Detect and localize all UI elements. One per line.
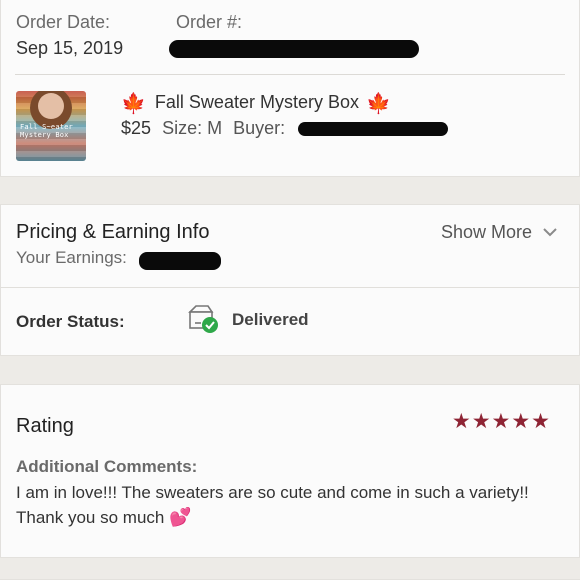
item-thumbnail[interactable]: Fall S~eater Mystery Box [16,91,86,161]
buyer-label: Buyer: [233,118,286,138]
show-more-button[interactable]: Show More [441,222,557,243]
maple-leaf-icon: 🍁 [366,93,391,115]
order-status-label: Order Status: [16,312,125,331]
star-icon: ★ [531,410,551,433]
order-date-value: Sep 15, 2019 [16,38,124,58]
order-status-panel: Order Status: Delivered [0,287,580,355]
section-spacer [0,355,580,385]
divider [15,74,565,75]
order-number-redaction [169,40,419,58]
earnings-label: Your Earnings: [16,248,127,267]
item-size: Size: M [162,118,223,138]
maple-leaf-icon: 🍁 [121,93,146,115]
pricing-title: Pricing & Earning Info [16,221,210,243]
item-price: $25 [121,118,152,138]
star-icon: ★ [511,410,532,433]
order-summary-panel: Order Date: Sep 15, 2019 Order #: Fall S… [0,0,580,176]
section-spacer [0,557,580,580]
comments-label: Additional Comments: [16,457,198,476]
buyer-redaction [298,122,448,136]
rating-stars: ★★★★★ [452,409,551,434]
comment-body: I am in love!!! The sweaters are so cute… [16,480,536,530]
star-icon: ★ [471,410,492,433]
earnings-redaction [139,252,221,270]
rating-title: Rating [16,415,74,437]
item-details-row: $25 Size: M Buyer: [121,118,285,139]
thumbnail-caption: Fall S~eater Mystery Box [20,123,73,139]
rating-panel: Rating ★★★★★ Additional Comments: I am i… [0,385,580,557]
order-date-label: Order Date: [16,12,111,32]
star-icon: ★ [451,410,472,433]
comment-text: I am in love!!! The sweaters are so cute… [16,483,529,527]
star-icon: ★ [491,410,512,433]
order-number-label: Order #: [176,12,243,32]
package-delivered-icon [188,305,218,333]
pricing-panel: Pricing & Earning Info Your Earnings: Sh… [0,205,580,287]
section-spacer [0,176,580,205]
show-more-label: Show More [440,222,532,242]
two-hearts-icon: 💕 [169,507,192,527]
order-status-value: Delivered [232,310,309,329]
item-title-row[interactable]: 🍁 Fall Sweater Mystery Box 🍁 [121,92,391,114]
item-title: Fall Sweater Mystery Box [154,92,359,112]
chevron-down-icon [543,228,557,237]
